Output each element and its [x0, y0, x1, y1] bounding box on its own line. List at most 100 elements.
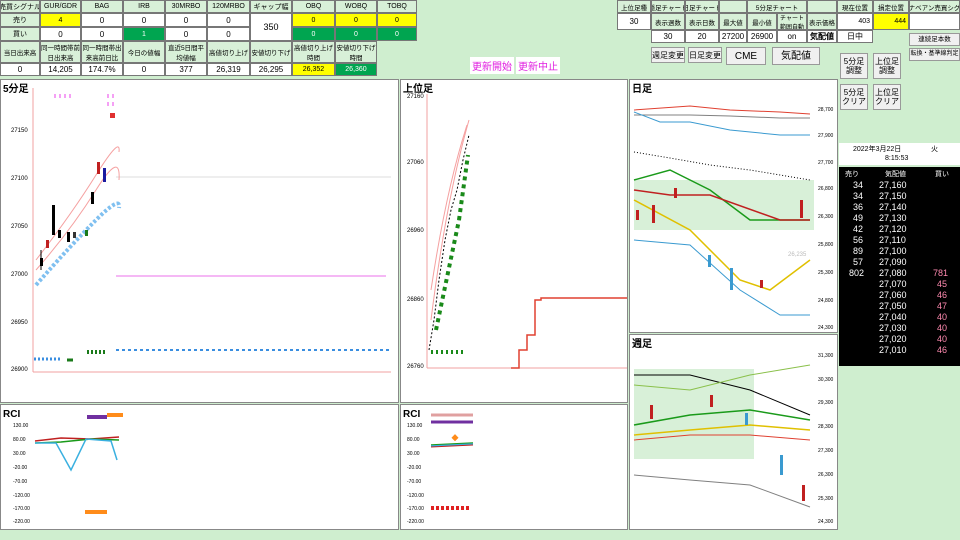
ob-price: 27,060 — [879, 290, 907, 300]
ob-sell: 89 — [853, 246, 864, 256]
ob-price: 27,140 — [879, 202, 907, 212]
gap-value: 350 — [250, 13, 292, 41]
ob-buy: 40 — [937, 323, 948, 333]
rt-sh0: 表示週数 — [651, 13, 685, 30]
nabean-signal — [909, 13, 960, 30]
week-change-button[interactable]: 週足変更 — [651, 47, 685, 63]
ob-row: 27,010 46 — [839, 345, 960, 356]
ob-buy: 45 — [937, 279, 948, 289]
sell-gur: 4 — [40, 13, 81, 27]
ob-sell: 802 — [849, 268, 865, 278]
orderbook: 売り 気配値 買い 34 27,160 34 27,150 36 27,140 49 2… — [839, 167, 960, 366]
trend-count-button[interactable]: 連続足本数 — [909, 33, 960, 46]
stat-v6: 26,295 — [250, 63, 292, 76]
sell-tobq: 0 — [377, 13, 417, 27]
ob-price: 27,160 — [879, 180, 907, 190]
ob-row: 56 27,110 — [839, 235, 960, 246]
ob-buy: 47 — [937, 301, 948, 311]
ob-price: 27,010 — [879, 345, 907, 355]
ob-sell: 57 — [853, 257, 864, 267]
ob-sell: 36 — [853, 202, 864, 212]
five-min-chart: 5分足 27150 27100 27050 27000 26950 26900 — [0, 79, 399, 403]
update-start-button[interactable]: 更新開始 — [470, 57, 514, 74]
buy-tobq: 0 — [377, 27, 417, 41]
orderbook-date-row: 2022年3月22日 火 — [839, 143, 960, 154]
stat-v3: 0 — [123, 63, 165, 76]
ob-h-price: 気配値 — [885, 171, 906, 178]
ob-row: 27,060 46 — [839, 290, 960, 301]
ob-price: 27,150 — [879, 191, 907, 201]
stat-v4: 377 — [165, 63, 207, 76]
rt-v-max[interactable]: 27200 — [719, 30, 747, 43]
ob-price: 27,090 — [879, 257, 907, 267]
buy-gur: 0 — [40, 27, 81, 41]
stat-h0: 当日出来高 — [0, 41, 40, 63]
buy-120mrbo: 0 — [207, 27, 250, 41]
buy-obq: 0 — [292, 27, 335, 41]
header-gap: ギャップ幅 — [250, 0, 292, 13]
rt-v-session[interactable]: 日中 — [837, 30, 873, 43]
rt-v-days[interactable]: 20 — [685, 30, 719, 43]
ob-row: 36 27,140 — [839, 202, 960, 213]
stat-v0: 0 — [0, 63, 40, 76]
ob-price: 27,070 — [879, 279, 907, 289]
header-obq: OBQ — [292, 0, 335, 13]
rt-h4: 5分足チャート — [747, 0, 807, 13]
stat-v1: 14,205 — [40, 63, 81, 76]
orderbook-time: 8:15:53 — [885, 155, 909, 162]
quote-button[interactable]: 気配値 — [772, 47, 820, 65]
rt-v-auto[interactable]: on — [777, 30, 807, 43]
ob-row: 802 27,080 781 — [839, 268, 960, 279]
buy-bag: 0 — [81, 27, 123, 41]
five-clear-button[interactable]: 5分足クリア — [840, 84, 868, 110]
cme-button[interactable]: CME — [726, 47, 766, 65]
rt-sh5: 表示価格 — [807, 13, 837, 30]
day-change-button[interactable]: 日足変更 — [688, 47, 722, 63]
ob-row: 42 27,120 — [839, 224, 960, 235]
header-signal: 売買シグナル — [0, 0, 40, 13]
rt-v-weeks[interactable]: 30 — [651, 30, 685, 43]
ob-price: 27,120 — [879, 224, 907, 234]
ob-buy: 40 — [937, 334, 948, 344]
stat-h8: 安値切り下げ時間 — [335, 41, 377, 63]
ob-sell: 42 — [853, 224, 864, 234]
ob-price: 27,130 — [879, 213, 907, 223]
update-stop-button[interactable]: 更新中止 — [516, 57, 560, 74]
sell-30mrbo: 0 — [165, 13, 207, 27]
ob-h-sell: 売り — [845, 171, 859, 178]
sell-wobq: 0 — [335, 13, 377, 27]
rt-v-min[interactable]: 26900 — [747, 30, 777, 43]
orderbook-weekday: 火 — [931, 146, 938, 153]
ob-row: 27,040 40 — [839, 312, 960, 323]
stat-h7: 高値切り上げ時間 — [292, 41, 335, 63]
ob-price: 27,030 — [879, 323, 907, 333]
orderbook-date: 2022年3月22日 — [853, 146, 902, 153]
rt-h8: 損定位置 — [873, 0, 909, 13]
ob-price: 27,100 — [879, 246, 907, 256]
upper-chart: 上位足 27160 27060 26960 26860 26760 — [400, 79, 628, 403]
ob-buy: 40 — [937, 312, 948, 322]
ob-row: 27,050 47 — [839, 301, 960, 312]
ob-price: 27,040 — [879, 312, 907, 322]
rci-left-plot — [34, 413, 123, 514]
weekly-plot — [633, 364, 811, 508]
header-gur: GUR/GDR — [40, 0, 81, 13]
rt-sh4: チャート範囲自動 — [777, 13, 807, 30]
stat-v5: 26,319 — [207, 63, 250, 76]
rci-chart-right: RCI 130.00 80.00 30.00 -20.00 -70.00 -12… — [400, 404, 628, 530]
weekly-chart: 週足 31,300 30,300 29,300 28,300 27,300 26… — [629, 334, 838, 530]
rt-h2: 日足チャート — [685, 0, 719, 13]
rci-right-plot — [430, 413, 474, 510]
conversion-button[interactable]: 転換・基準線判定 — [909, 48, 960, 61]
row-sell-label: 売り — [0, 13, 40, 27]
upper-adjust-button[interactable]: 上位足調整 — [873, 53, 901, 79]
buy-wobq: 0 — [335, 27, 377, 41]
rt-v-price[interactable]: 気配値 — [807, 30, 837, 43]
five-adjust-button[interactable]: 5分足調整 — [840, 53, 868, 79]
upper-clear-button[interactable]: 上位足クリア — [873, 84, 901, 110]
ob-row: 34 27,160 — [839, 180, 960, 191]
stat-h6: 安値切り下げ — [250, 41, 292, 63]
rt-weeks-top[interactable]: 30 — [617, 13, 651, 30]
header-irb: IRB — [123, 0, 165, 13]
pos-stop: 444 — [873, 13, 909, 30]
